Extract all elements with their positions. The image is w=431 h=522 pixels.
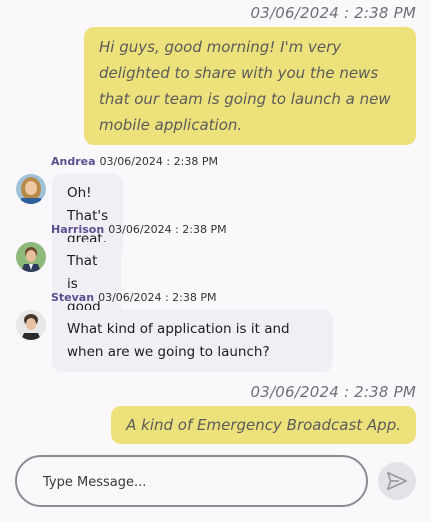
message-timestamp: 03/06/2024 : 2:38 PM <box>99 155 218 168</box>
sender-name: Harrison <box>51 223 105 236</box>
outgoing-message-bubble: A kind of Emergency Broadcast App. <box>111 406 416 444</box>
sender-line: Harrison 03/06/2024 : 2:38 PM <box>51 223 227 236</box>
outgoing-message-bubble: Hi guys, good morning! I'm very delighte… <box>84 27 416 145</box>
send-icon <box>387 471 407 491</box>
message-timestamp: 03/06/2024 : 2:38 PM <box>108 223 227 236</box>
sender-name: Stevan <box>51 291 95 304</box>
man-avatar-icon <box>16 310 46 340</box>
message-composer <box>15 455 368 507</box>
outgoing-message-text: A kind of Emergency Broadcast App. <box>126 416 401 434</box>
chat-message-list[interactable]: 03/06/2024 : 2:38 PM Hi guys, good morni… <box>0 0 431 450</box>
incoming-message-text: What kind of application is it and when … <box>67 321 290 360</box>
man-avatar-icon <box>16 242 46 272</box>
sender-line: Andrea 03/06/2024 : 2:38 PM <box>51 155 218 168</box>
send-button[interactable] <box>378 462 416 500</box>
sender-line: Stevan 03/06/2024 : 2:38 PM <box>51 291 217 304</box>
message-input[interactable] <box>41 469 345 495</box>
message-timestamp: 03/06/2024 : 2:38 PM <box>98 291 217 304</box>
sender-name: Andrea <box>51 155 96 168</box>
woman-avatar-icon <box>16 174 46 204</box>
outgoing-timestamp: 03/06/2024 : 2:38 PM <box>250 383 416 401</box>
outgoing-timestamp: 03/06/2024 : 2:38 PM <box>250 4 416 22</box>
outgoing-message-text: Hi guys, good morning! I'm very delighte… <box>99 38 391 134</box>
incoming-message-bubble: What kind of application is it and when … <box>52 310 333 372</box>
incoming-message-text: Oh! That's great. <box>67 185 109 247</box>
